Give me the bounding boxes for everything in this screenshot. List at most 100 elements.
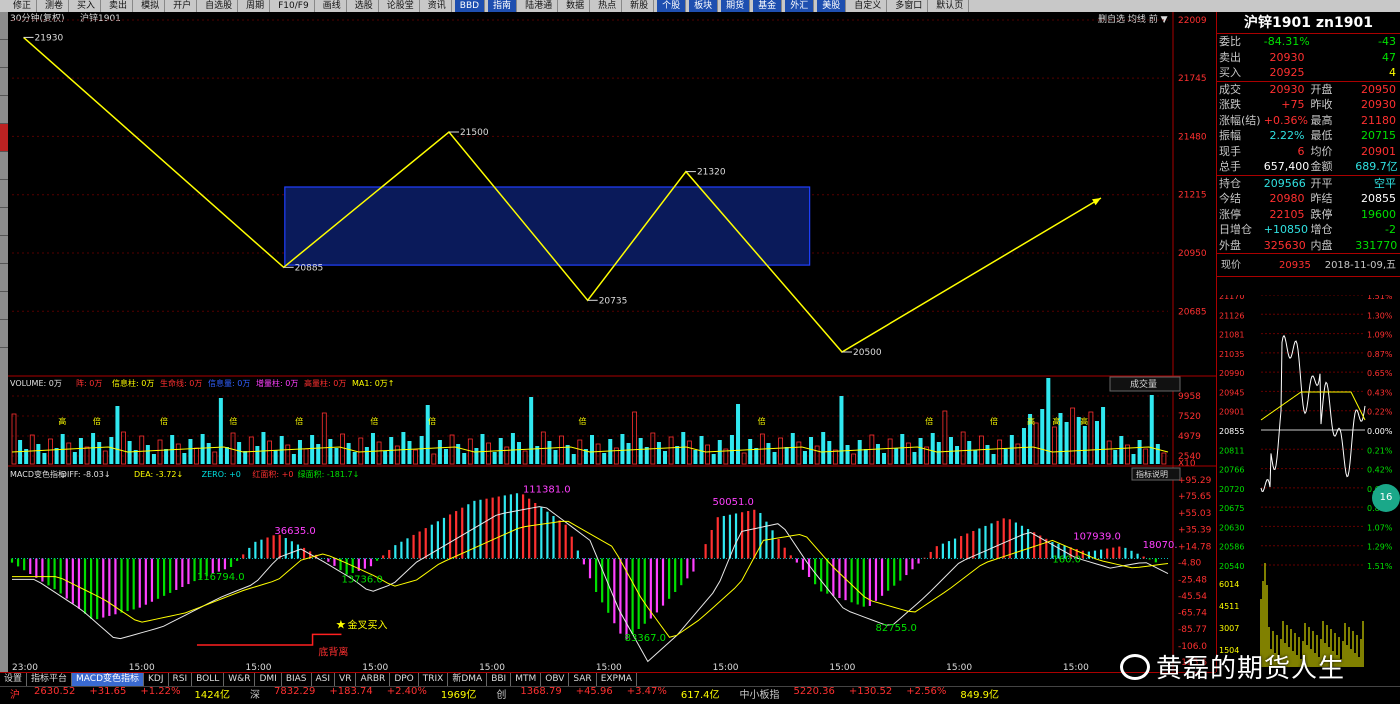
index-group[interactable]: 创 1368.79 +45.96 +3.47% 617.4亿	[486, 687, 729, 700]
index-group[interactable]: 深 7832.29 +183.74 +2.40% 1969亿	[240, 687, 486, 700]
volume-bar	[766, 443, 771, 464]
side-tab[interactable]	[0, 40, 8, 68]
side-tab[interactable]	[0, 208, 8, 236]
quote-cell: 20930	[1269, 50, 1305, 64]
toolbar-item[interactable]: 开户	[168, 0, 198, 12]
main-chart[interactable]: 30分钟(复权) 沪锌1901 删自选 均线 前 ▼ 22009 21745 21480 2…	[8, 12, 1216, 672]
floating-badge[interactable]: 16	[1372, 484, 1400, 512]
toolbar-item[interactable]: 卖出	[104, 0, 134, 12]
indicator-tab[interactable]: TRIX	[419, 673, 449, 686]
macd-tick: +55.03	[1178, 509, 1211, 519]
indicator-tab[interactable]: ARBR	[356, 673, 391, 686]
volume-tag: 高	[1052, 416, 1060, 426]
indicator-tab[interactable]: BBI	[487, 673, 512, 686]
side-tab[interactable]	[0, 264, 8, 292]
toolbar-item[interactable]: 美股	[817, 0, 847, 12]
quote-cell	[1309, 50, 1354, 66]
toolbar-item[interactable]: 基金	[753, 0, 783, 12]
toolbar-item[interactable]: 期货	[721, 0, 751, 12]
volume-bar	[626, 443, 631, 464]
mini-pct-tick: 1.51%	[1367, 562, 1393, 571]
indicator-tab[interactable]: DMI	[255, 673, 282, 686]
toolbar-item[interactable]: 新股	[625, 0, 655, 12]
toolbar-item[interactable]: 自定义	[849, 0, 888, 12]
volume-bar	[91, 433, 96, 464]
quote-cell: 209566	[1263, 176, 1306, 190]
toolbar-item[interactable]: 板块	[689, 0, 719, 12]
quote-cell: 19600	[1361, 207, 1396, 221]
chart-tools: 删自选 均线 前 ▼	[1098, 13, 1168, 25]
volume-bar	[352, 452, 357, 464]
side-tab[interactable]	[0, 96, 8, 124]
toolbar-item[interactable]: 自选股	[200, 0, 239, 12]
mini-price-tick: 20855	[1219, 427, 1244, 436]
toolbar-item[interactable]: 默认页	[931, 0, 970, 12]
indicator-tab[interactable]: SAR	[569, 673, 597, 686]
toolbar-item[interactable]: 热点	[593, 0, 623, 12]
time-label: 15:00	[1063, 663, 1089, 672]
indicator-tab[interactable]: DPO	[390, 673, 419, 686]
volume-bar	[973, 450, 978, 464]
volume-bar	[151, 454, 156, 464]
toolbar-item[interactable]: 个股	[657, 0, 687, 12]
weibo-icon	[1120, 653, 1150, 680]
toolbar-item[interactable]: 选股	[350, 0, 379, 12]
toolbar-item[interactable]: 陆港通	[520, 0, 559, 12]
index-group[interactable]: 中小板指 5220.36 +130.52 +2.56% 849.9亿	[730, 687, 1010, 700]
side-tab[interactable]	[0, 12, 8, 40]
toolbar-item[interactable]: 画线	[318, 0, 347, 12]
index-group[interactable]: 沪 2630.52 +31.65 +1.22% 1424亿	[0, 687, 240, 700]
mini-price-tick: 20945	[1219, 388, 1244, 397]
toolbar-item[interactable]: 模拟	[136, 0, 166, 12]
side-tab[interactable]	[0, 180, 8, 208]
side-tab[interactable]	[0, 292, 8, 320]
toolbar-item[interactable]: F10/F9	[273, 0, 315, 12]
quote-cell: 最低	[1310, 129, 1333, 142]
volume-bar	[894, 448, 899, 464]
quote-cell: 20930	[1361, 98, 1396, 111]
indicator-tab[interactable]: BOLL	[192, 673, 225, 686]
indicator-tab[interactable]: 新DMA	[448, 673, 488, 686]
price-tick: 20950	[1178, 249, 1207, 259]
indicator-tab[interactable]: W&R	[224, 673, 256, 686]
volume-bar	[224, 447, 229, 464]
toolbar-item[interactable]: 外汇	[785, 0, 815, 12]
indicator-tab[interactable]: 设置	[0, 673, 28, 686]
time-label: 15:00	[479, 663, 505, 672]
mini-price-tick: 20990	[1219, 369, 1244, 378]
volume-bar	[291, 454, 296, 464]
volume-bar	[663, 451, 668, 464]
indicator-tab[interactable]: 指标平台	[27, 673, 73, 686]
side-tab[interactable]	[0, 124, 8, 152]
indicator-tab[interactable]: MTM	[511, 673, 542, 686]
indicator-tab[interactable]: OBV	[541, 673, 570, 686]
indicator-tab[interactable]: MACD变色指标	[72, 673, 145, 686]
toolbar-item[interactable]: BBD	[454, 0, 486, 12]
quote-cell: 21180	[1361, 113, 1396, 127]
volume-bar	[109, 437, 114, 464]
side-tab[interactable]	[0, 152, 8, 180]
toolbar-item[interactable]: 周期	[241, 0, 271, 12]
side-tab[interactable]	[0, 236, 8, 264]
toolbar-item[interactable]: 数据	[561, 0, 591, 12]
side-tab[interactable]	[0, 320, 8, 348]
volume-bar	[693, 450, 698, 464]
toolbar-item[interactable]: 测卷	[40, 0, 70, 12]
indicator-tab[interactable]: ASI	[312, 673, 336, 686]
toolbar-item[interactable]: 资讯	[423, 0, 452, 12]
toolbar-item[interactable]: 指南	[488, 0, 518, 12]
indicator-tab[interactable]: KDJ	[144, 673, 169, 686]
intraday-mini-chart[interactable]: 21170 1.51% 21126 1.30% 21081 1.09% 21035 0.87%…	[1217, 295, 1400, 672]
toolbar-item[interactable]: 买入	[72, 0, 102, 12]
macd-tick: -65.74	[1178, 609, 1207, 619]
volume-bar	[681, 432, 686, 464]
indicator-tab[interactable]: RSI	[169, 673, 193, 686]
toolbar-item[interactable]: 修正	[8, 0, 38, 12]
indicator-tab[interactable]: BIAS	[282, 673, 312, 686]
indicator-tab[interactable]: VR	[335, 673, 357, 686]
toolbar-item[interactable]: 论股堂	[382, 0, 420, 12]
volume-tag: 倍	[428, 416, 436, 426]
side-tab[interactable]	[0, 68, 8, 96]
indicator-tab[interactable]: EXPMA	[597, 673, 637, 686]
toolbar-item[interactable]: 多窗口	[890, 0, 929, 12]
